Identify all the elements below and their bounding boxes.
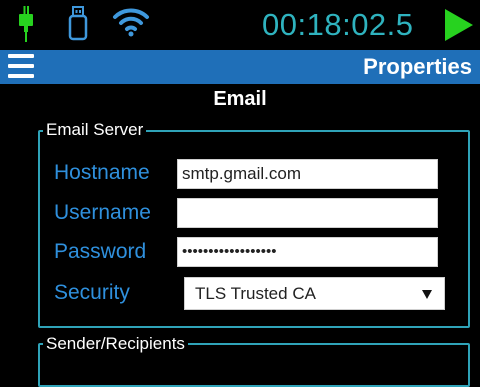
- usb-plug-icon: [18, 6, 34, 49]
- section-heading: Email: [213, 88, 267, 110]
- hamburger-icon[interactable]: [8, 54, 34, 78]
- hostname-field[interactable]: [177, 159, 438, 189]
- sender-recipients-legend: Sender/Recipients: [43, 334, 188, 354]
- dropdown-arrow-icon: [422, 290, 432, 299]
- wifi-icon: [112, 7, 150, 42]
- status-bar: 00:18:02.5: [0, 0, 480, 50]
- play-icon[interactable]: [444, 8, 474, 47]
- username-label: Username: [54, 201, 151, 224]
- password-field[interactable]: ••••••••••••••••••: [177, 237, 438, 267]
- security-label: Security: [54, 281, 130, 304]
- hostname-label: Hostname: [54, 161, 150, 184]
- title-bar: Properties: [0, 50, 480, 84]
- page-title: Properties: [363, 54, 472, 79]
- username-field[interactable]: [177, 198, 438, 228]
- security-select-value: TLS Trusted CA: [195, 284, 316, 303]
- email-server-legend: Email Server: [43, 120, 147, 140]
- password-label: Password: [54, 240, 147, 263]
- elapsed-timer: 00:18:02.5: [262, 7, 414, 42]
- usb-drive-icon: [67, 6, 89, 47]
- security-select[interactable]: TLS Trusted CA: [184, 277, 445, 310]
